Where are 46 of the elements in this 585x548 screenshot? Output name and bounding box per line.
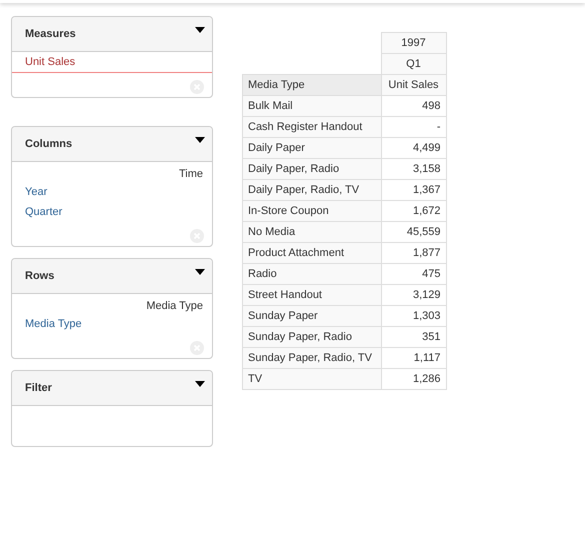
row-label: Street Handout <box>242 284 381 306</box>
row-label: TV <box>242 368 381 390</box>
hierarchy-label: Media Type <box>145 299 204 314</box>
level-item[interactable]: Quarter <box>12 202 212 222</box>
row-label: Sunday Paper <box>242 306 381 326</box>
table-cell: 4,499 <box>381 138 446 158</box>
row-label: Daily Paper, Radio, TV <box>242 180 381 200</box>
caret-icon[interactable] <box>195 27 205 33</box>
row-label: Sunday Paper, Radio, TV <box>242 348 381 368</box>
table-cell: - <box>381 116 446 138</box>
column-header: Q1 <box>381 54 446 74</box>
level-item[interactable]: Media Type <box>12 314 212 334</box>
table-cell: 1,877 <box>381 242 446 264</box>
table-cell: 1,672 <box>381 200 446 222</box>
table-cell: 1,367 <box>381 180 446 200</box>
table-cell: 3,158 <box>381 158 446 180</box>
row-label: Sunday Paper, Radio <box>242 326 381 348</box>
level-item[interactable]: Year <box>12 182 212 202</box>
panel-title: Rows <box>25 270 54 282</box>
caret-icon[interactable] <box>195 269 205 275</box>
table-cell: 1,286 <box>381 368 446 390</box>
measure-item[interactable]: Unit Sales <box>12 52 212 73</box>
row-label: Radio <box>242 264 381 284</box>
hierarchy-label: Time <box>178 167 204 182</box>
panel-title: Filter <box>25 382 52 394</box>
panel-title: Columns <box>25 138 72 150</box>
row-label: Bulk Mail <box>242 96 381 116</box>
table-cell: 475 <box>381 264 446 284</box>
column-header: Unit Sales <box>381 74 446 96</box>
table-cell: 1,117 <box>381 348 446 368</box>
column-header: 1997 <box>381 32 446 54</box>
row-label: Product Attachment <box>242 242 381 264</box>
panel-title: Measures <box>25 28 76 40</box>
row-label: Daily Paper <box>242 138 381 158</box>
row-label: No Media <box>242 222 381 242</box>
table-cell: 1,303 <box>381 306 446 326</box>
row-label: Cash Register Handout <box>242 116 381 138</box>
table-cell: 3,129 <box>381 284 446 306</box>
row-header: Media Type <box>242 74 381 96</box>
row-label: Daily Paper, Radio <box>242 158 381 180</box>
table-cell: 498 <box>381 96 446 116</box>
row-label: In-Store Coupon <box>242 200 381 222</box>
caret-icon[interactable] <box>195 137 205 143</box>
caret-icon[interactable] <box>195 381 205 387</box>
table-cell: 45,559 <box>381 222 446 242</box>
table-cell: 351 <box>381 326 446 348</box>
